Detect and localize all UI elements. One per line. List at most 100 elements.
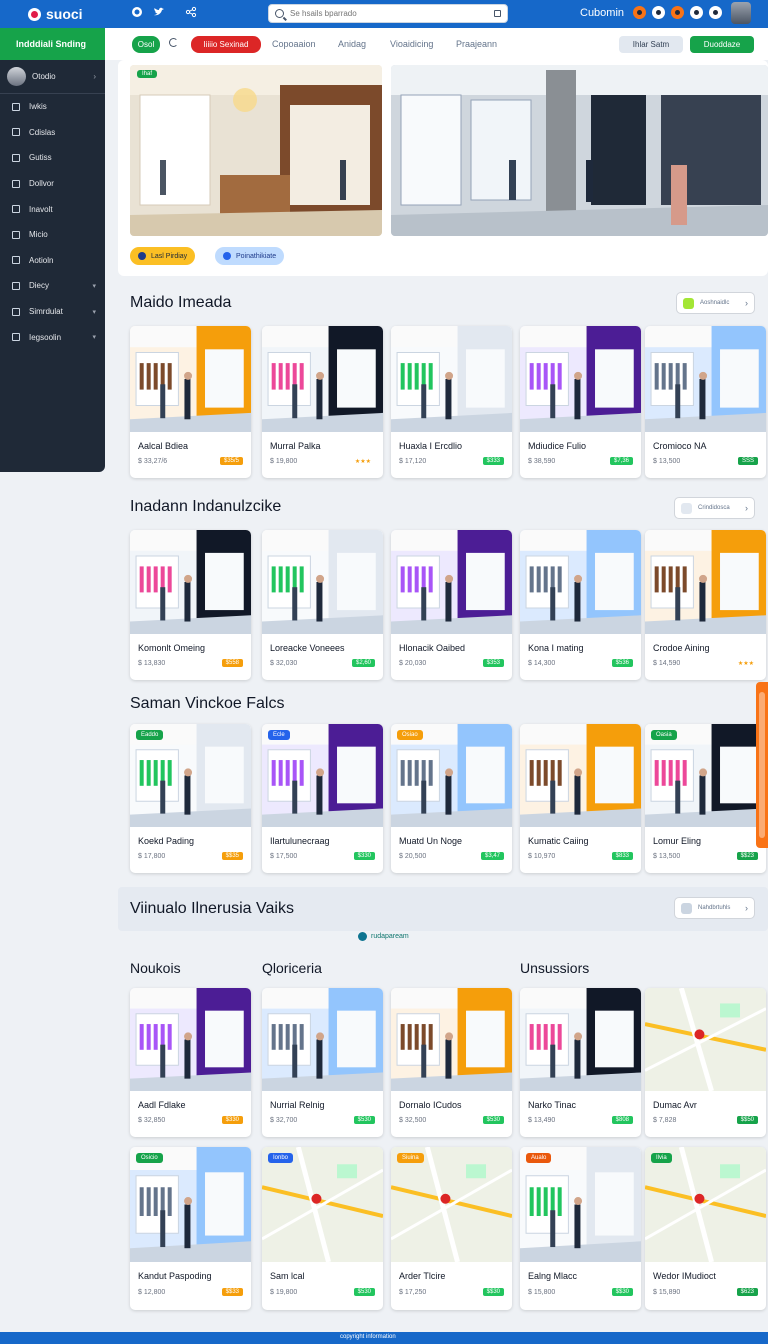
tab-3[interactable]: Praajeann [456, 39, 497, 49]
shield-icon [138, 252, 146, 260]
notification-icon[interactable] [633, 6, 646, 19]
section-4-link-label: Nahdbrtuhls [698, 905, 731, 911]
price-badge: SSS [737, 457, 758, 465]
store-card[interactable]: Ilvia Wedor IMudioct $ 15,890 $623 [645, 1147, 766, 1310]
store-image [645, 988, 766, 1091]
sidebar-item-2[interactable]: Gutiss [0, 145, 105, 171]
card-name: Dornalo ICudos [399, 1100, 462, 1110]
section-4-link[interactable]: Nahdbrtuhls › [674, 897, 755, 919]
github-icon[interactable] [130, 5, 144, 19]
store-image [391, 326, 512, 432]
store-card[interactable]: Oasia Lomur Eling $ 13,500 $$23 [645, 724, 766, 873]
store-card[interactable]: Ionbo Sam lcal $ 19,800 $530 [262, 1147, 383, 1310]
store-card[interactable]: Murral Palka $ 19,800 ★★★ [262, 326, 383, 478]
store-card[interactable]: Aalcal Bdiea $ 33,27/6 $35/5 [130, 326, 251, 478]
section-4-subnote[interactable]: rudapaream [358, 932, 409, 941]
avatar[interactable] [731, 2, 751, 24]
store-card[interactable]: Nurrial Relnig $ 32,700 $530 [262, 988, 383, 1137]
card-price: $ 10,970 [528, 853, 556, 860]
sidebar-item-3[interactable]: Dollvor [0, 171, 105, 197]
tab-0[interactable]: Copoaaion [272, 39, 316, 49]
filter-chip-red[interactable]: Iiiiio Sexinad [191, 35, 261, 53]
store-card[interactable]: Mdiudice Fulio $ 38,590 $7,36 [520, 326, 641, 478]
section-2-link[interactable]: Crindidosca › [674, 497, 755, 519]
sidebar-item-0[interactable]: Iwkis [0, 94, 105, 120]
right-filter-button[interactable]: Ihlar Satm [619, 35, 683, 53]
help-icon[interactable] [690, 6, 703, 19]
store-card[interactable]: Hlonacik Oaibed $ 20,030 $353 [391, 530, 512, 680]
store-image [130, 988, 251, 1091]
sidebar-item-6[interactable]: Aotioln [0, 248, 105, 274]
store-image [520, 326, 641, 432]
card-price: $ 7,828 [653, 1117, 677, 1124]
store-card[interactable]: Ecle Ilartulunecraag $ 17,500 $330 [262, 724, 383, 873]
user-label[interactable]: Cubomin [580, 7, 624, 19]
sidebar-item-label: Cdislas [29, 127, 56, 137]
search-input[interactable] [290, 9, 488, 18]
hero-pill-1[interactable]: Lasl Pirdiay [130, 247, 196, 265]
refresh-icon[interactable] [169, 38, 178, 47]
store-card[interactable]: Aualo Ealng Mlacc $ 15,800 $$30 [520, 1147, 641, 1310]
twitter-icon[interactable] [152, 5, 166, 19]
hero-pill-2[interactable]: Poinathikiate [215, 247, 285, 265]
sidebar-item-9[interactable]: Iegsoolin ▾ [0, 324, 105, 350]
card-tag: Eaddo [136, 730, 164, 740]
message-icon[interactable] [671, 6, 684, 19]
hero-image-right[interactable] [391, 65, 768, 236]
card-price: $ 13,830 [138, 660, 166, 667]
search-bar[interactable] [268, 4, 508, 23]
store-image [520, 530, 641, 634]
share-icon[interactable] [184, 5, 198, 19]
card-name: Ilartulunecraag [270, 836, 330, 846]
settings-icon[interactable] [652, 6, 665, 19]
sidebar-item-label: Inavolt [29, 204, 53, 214]
card-name: Mdiudice Fulio [528, 441, 587, 451]
store-card[interactable]: Huaxla I Ercdlio $ 17,120 $333 [391, 326, 512, 478]
store-card[interactable]: Crodoe Aining $ 14,590 ★★★ [645, 530, 766, 680]
store-card[interactable]: Kona I mating $ 14,300 $536 [520, 530, 641, 680]
sidebar-item-8[interactable]: Simrdulat ▾ [0, 299, 105, 325]
brand[interactable]: suoci [28, 6, 83, 22]
store-card[interactable]: Eaddo Koekd Pading $ 17,800 $$35 [130, 724, 251, 873]
location-icon [358, 932, 367, 941]
feedback-tab[interactable] [756, 682, 768, 848]
price-badge: $530 [482, 1116, 504, 1124]
tab-2[interactable]: Vioaidicing [390, 39, 433, 49]
store-image [645, 326, 766, 432]
price-badge: $330 [353, 852, 375, 860]
price-badge: $$23 [736, 852, 758, 860]
hero-image-left[interactable]: Ihaf [130, 65, 382, 236]
card-tag: Oasia [651, 730, 677, 740]
sidebar-item-1[interactable]: Cdislas [0, 120, 105, 146]
store-card[interactable]: Loreacke Voneees $ 32,030 $2,60 [262, 530, 383, 680]
right-action-button[interactable]: Duoddaze [690, 35, 754, 53]
sidebar-user[interactable]: Otodio › [0, 60, 105, 94]
store-card[interactable]: Narko Tinac $ 13,490 $808 [520, 988, 641, 1137]
filter-chip-osol[interactable]: Osol [132, 35, 160, 53]
store-card[interactable]: Aadl Fdlake $ 32,850 $330 [130, 988, 251, 1137]
card-name: Komonlt Omeing [138, 643, 206, 653]
tab-1[interactable]: Anidag [338, 39, 366, 49]
store-card[interactable]: Kumatic Caiing $ 10,970 $833 [520, 724, 641, 873]
card-name: Muatd Un Noge [399, 836, 463, 846]
store-image [645, 1147, 766, 1262]
store-card[interactable]: Dornalo ICudos $ 32,500 $530 [391, 988, 512, 1137]
store-card[interactable]: Osiao Muatd Un Noge $ 20,500 $3,47 [391, 724, 512, 873]
section-1-link[interactable]: Aoshnaidlc › [676, 292, 755, 314]
card-tag: Aualo [526, 1153, 552, 1163]
sidebar: Indddiali Snding Otodio › Iwkis Cdislas Gu… [0, 28, 105, 472]
profile-icon[interactable] [709, 6, 722, 19]
store-card[interactable]: Komonlt Omeing $ 13,830 $558 [130, 530, 251, 680]
store-card[interactable]: Osicio Kandut Paspoding $ 12,800 $$33 [130, 1147, 251, 1310]
sidebar-item-4[interactable]: Inavolt [0, 196, 105, 222]
sidebar-header[interactable]: Indddiali Snding [0, 28, 105, 60]
sidebar-item-7[interactable]: Diecy ▾ [0, 273, 105, 299]
card-price: $ 32,500 [399, 1117, 427, 1124]
store-card[interactable]: Cromioco NA $ 13,500 SSS [645, 326, 766, 478]
card-name: Murral Palka [270, 441, 321, 451]
store-card[interactable]: Dumac Avr $ 7,828 $$50 [645, 988, 766, 1137]
filter-icon[interactable] [494, 10, 501, 17]
sidebar-item-5[interactable]: Micio [0, 222, 105, 248]
store-card[interactable]: Siuina Arder Tlcire $ 17,250 $$30 [391, 1147, 512, 1310]
chevron-down-icon: ▾ [92, 308, 96, 316]
